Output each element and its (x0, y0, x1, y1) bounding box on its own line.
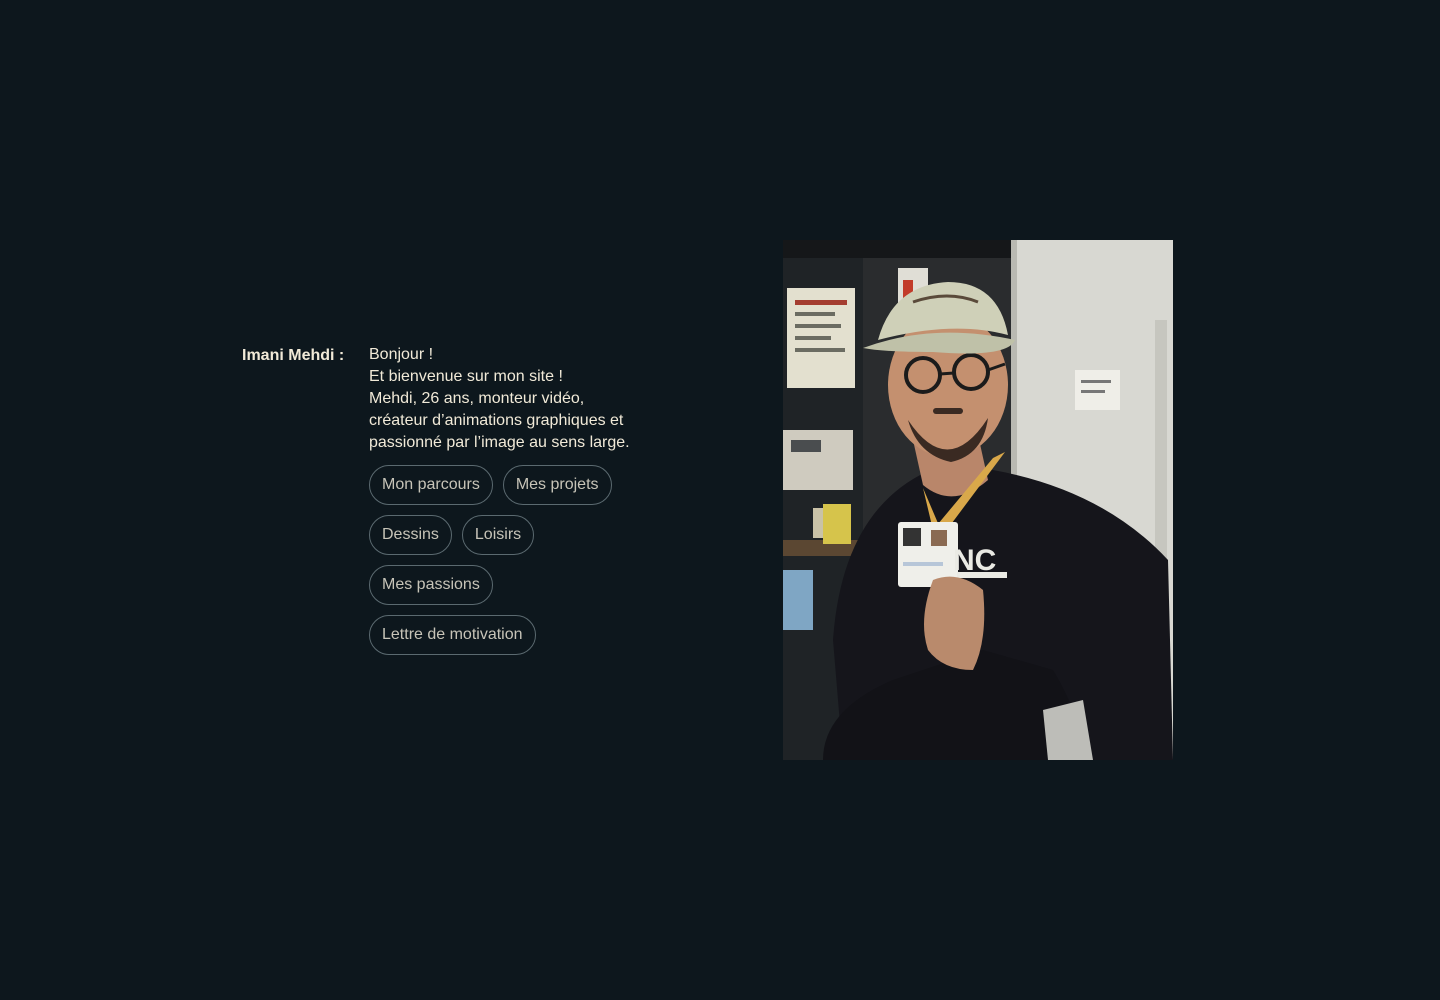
dessins-button[interactable]: Dessins (369, 515, 452, 555)
button-row-2: Dessins Loisirs (369, 515, 629, 555)
welcome-line: Et bienvenue sur mon site ! (369, 368, 563, 385)
bio-line-2: créateur d’animations graphiques et (369, 412, 624, 429)
button-row-3: Mes passions (369, 565, 629, 605)
profile-name: Imani Mehdi : (242, 347, 345, 364)
button-row-1: Mon parcours Mes projets (369, 465, 629, 505)
bio-line-1: Mehdi, 26 ans, monteur vidéo, (369, 390, 585, 407)
greeting-line: Bonjour ! (369, 346, 434, 363)
button-row-4: Lettre de motivation (369, 615, 629, 655)
loisirs-button[interactable]: Loisirs (461, 515, 535, 555)
mon-parcours-button[interactable]: Mon parcours (369, 465, 493, 505)
navigation-buttons: Mon parcours Mes projets Dessins Loisirs… (369, 465, 629, 655)
intro-text: Bonjour ! Et bienvenue sur mon site ! Me… (369, 344, 669, 454)
profile-photo: NC (783, 240, 1173, 760)
mes-projets-button[interactable]: Mes projets (502, 465, 612, 505)
lettre-de-motivation-button[interactable]: Lettre de motivation (369, 615, 536, 655)
profile-content: Bonjour ! Et bienvenue sur mon site ! Me… (369, 344, 669, 665)
portrait-illustration: NC (783, 240, 1173, 760)
bio-line-3: passionné par l’image au sens large. (369, 434, 630, 451)
mes-passions-button[interactable]: Mes passions (369, 565, 493, 605)
